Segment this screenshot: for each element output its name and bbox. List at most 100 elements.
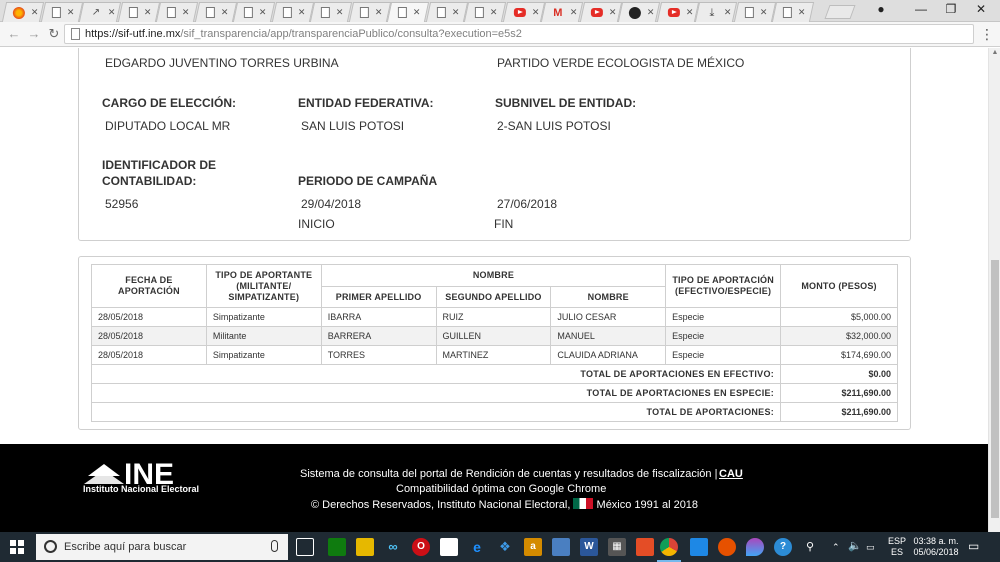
task-view-icon[interactable] — [296, 538, 314, 556]
browser-tab[interactable]: ✕ — [425, 2, 468, 22]
dropbox-icon[interactable]: ❖ — [496, 538, 514, 556]
url-host: https://sif-utf.ine.mx — [85, 28, 181, 40]
tab-close-icon[interactable]: ✕ — [531, 7, 539, 18]
tab-close-icon[interactable]: ✕ — [490, 7, 498, 18]
cau-link[interactable]: CAU — [719, 468, 743, 480]
new-tab-button[interactable] — [824, 5, 856, 19]
browser-tab[interactable]: ✕ — [617, 2, 661, 22]
tab-close-icon[interactable]: ✕ — [297, 7, 305, 18]
clock[interactable]: 03:38 a. m. 05/06/2018 — [910, 536, 962, 558]
browser-tab[interactable]: ✕ — [40, 2, 83, 22]
network-icon[interactable]: ▭ — [866, 542, 875, 553]
windows-taskbar: Escribe aquí para buscar ∞ O e ❖ a W ▦ ?… — [0, 532, 1000, 562]
image-viewer-icon[interactable] — [552, 538, 570, 556]
address-bar[interactable]: https://sif-utf.ine.mx/sif_transparencia… — [64, 24, 974, 44]
header-fecha: FECHA DE APORTACIÓN — [91, 264, 207, 308]
cell-tipo: Simpatizante — [205, 307, 322, 327]
browser-tab[interactable]: ↗ ✕ — [78, 2, 122, 22]
scrollbar-thumb[interactable] — [991, 260, 999, 518]
help-icon[interactable]: ? — [774, 538, 792, 556]
scroll-up-arrow-icon[interactable]: ▲ — [989, 48, 1000, 58]
store-icon[interactable] — [328, 538, 346, 556]
browser-tab-content: ✕ — [775, 3, 811, 22]
calculator-icon[interactable]: ▦ — [608, 538, 626, 556]
word-icon[interactable]: W — [580, 538, 598, 556]
back-arrow-icon[interactable]: ← — [6, 26, 22, 41]
paint-app-icon[interactable] — [636, 538, 654, 556]
tab-close-icon[interactable]: ✕ — [108, 7, 116, 18]
close-window-button[interactable]: ✕ — [966, 2, 996, 18]
notifications-icon[interactable]: ▭ — [968, 540, 979, 552]
file-explorer-icon[interactable] — [356, 538, 374, 556]
tab-close-icon[interactable]: ✕ — [413, 7, 421, 18]
tab-close-icon[interactable]: ✕ — [647, 7, 655, 18]
table-row: 28/05/2018 Simpatizante TORRES MARTINEZ CLAU… — [91, 345, 898, 365]
forward-arrow-icon[interactable]: → — [26, 26, 42, 41]
tray-up-arrow-icon[interactable]: ⌃ — [832, 542, 840, 553]
windows-start-icon[interactable] — [10, 540, 24, 554]
browser-tab[interactable]: ✕ — [733, 2, 776, 22]
footer-line-3b: México 1991 al 2018 — [596, 499, 699, 511]
tab-close-icon[interactable]: ✕ — [608, 7, 616, 18]
reload-icon[interactable]: ↻ — [46, 26, 62, 42]
tab-close-icon[interactable]: ✕ — [259, 7, 267, 18]
microphone-icon[interactable] — [271, 540, 278, 552]
tab-close-icon[interactable]: ✕ — [374, 7, 382, 18]
tab-close-icon[interactable]: ✕ — [220, 7, 228, 18]
infinity-app-icon[interactable]: ∞ — [384, 538, 402, 556]
tab-close-icon[interactable]: ✕ — [759, 7, 767, 18]
restore-button[interactable]: ❐ — [936, 2, 966, 18]
tab-close-icon[interactable]: ✕ — [724, 7, 732, 18]
chrome-icon[interactable] — [660, 538, 678, 556]
browser-tab[interactable]: M ✕ — [540, 2, 584, 22]
browser-tab[interactable]: ✕ — [348, 2, 391, 22]
page-scrollbar[interactable]: ▲ — [988, 48, 1000, 532]
browser-tab[interactable]: ✕ — [502, 2, 545, 22]
browser-tab[interactable]: ✕ — [155, 2, 199, 22]
taskbar-search-box[interactable]: Escribe aquí para buscar — [36, 534, 288, 560]
browser-tab[interactable]: ⤓ ✕ — [694, 2, 738, 22]
youtube-icon — [590, 8, 603, 17]
profile-icon[interactable]: ● — [866, 2, 896, 18]
tab-close-icon[interactable]: ✕ — [570, 7, 578, 18]
opera-icon[interactable]: O — [412, 538, 430, 556]
footer-line-3: © Derechos Reservados, Instituto Naciona… — [311, 498, 698, 511]
browser-tab[interactable]: ✕ — [656, 2, 699, 22]
tab-close-icon[interactable]: ✕ — [798, 7, 806, 18]
firefox-taskbar-icon[interactable] — [718, 538, 736, 556]
browser-tab[interactable]: ✕ — [579, 2, 622, 22]
browser-tab[interactable]: ✕ — [271, 2, 314, 22]
photos-icon[interactable] — [690, 538, 708, 556]
tab-close-icon[interactable]: ✕ — [66, 7, 74, 18]
minimize-button[interactable]: — — [906, 2, 936, 18]
language-indicator[interactable]: ESP ES — [888, 536, 906, 558]
browser-tab[interactable]: ✕ — [309, 2, 353, 22]
document-app-icon[interactable] — [440, 538, 458, 556]
browser-tab[interactable]: ✕ — [463, 2, 507, 22]
balloon-app-icon[interactable] — [746, 538, 764, 556]
tab-close-icon[interactable]: ✕ — [685, 7, 693, 18]
browser-tab[interactable]: ✕ — [117, 2, 160, 22]
browser-tab[interactable]: ✕ — [771, 2, 815, 22]
page-info-icon[interactable] — [71, 28, 80, 40]
browser-tab[interactable]: ✕ — [194, 2, 237, 22]
browser-menu-icon[interactable]: ⋮ — [980, 26, 994, 43]
tab-close-icon[interactable]: ✕ — [143, 7, 151, 18]
tab-close-icon[interactable]: ✕ — [336, 7, 344, 18]
tab-close-icon[interactable]: ✕ — [451, 7, 459, 18]
tab-close-icon[interactable]: ✕ — [182, 7, 190, 18]
periodo-label: PERIODO DE CAMPAÑA — [298, 174, 438, 188]
browser-tab[interactable]: ✕ — [386, 2, 430, 22]
tab-close-icon[interactable]: ✕ — [31, 7, 39, 18]
volume-icon[interactable]: 🔈 — [848, 541, 862, 552]
entidad-value: SAN LUIS POTOSI — [301, 119, 405, 133]
edge-icon[interactable]: e — [468, 538, 486, 556]
people-icon[interactable]: ⚲ — [806, 542, 814, 553]
browser-tab-content: ✕ — [313, 3, 349, 22]
browser-tab-content: ✕ — [274, 3, 310, 22]
browser-tab[interactable]: ✕ — [1, 2, 45, 22]
amazon-icon[interactable]: a — [524, 538, 542, 556]
browser-tab[interactable]: ✕ — [232, 2, 276, 22]
document-icon — [205, 7, 215, 18]
header-fecha-line2: APORTACIÓN — [118, 286, 180, 296]
